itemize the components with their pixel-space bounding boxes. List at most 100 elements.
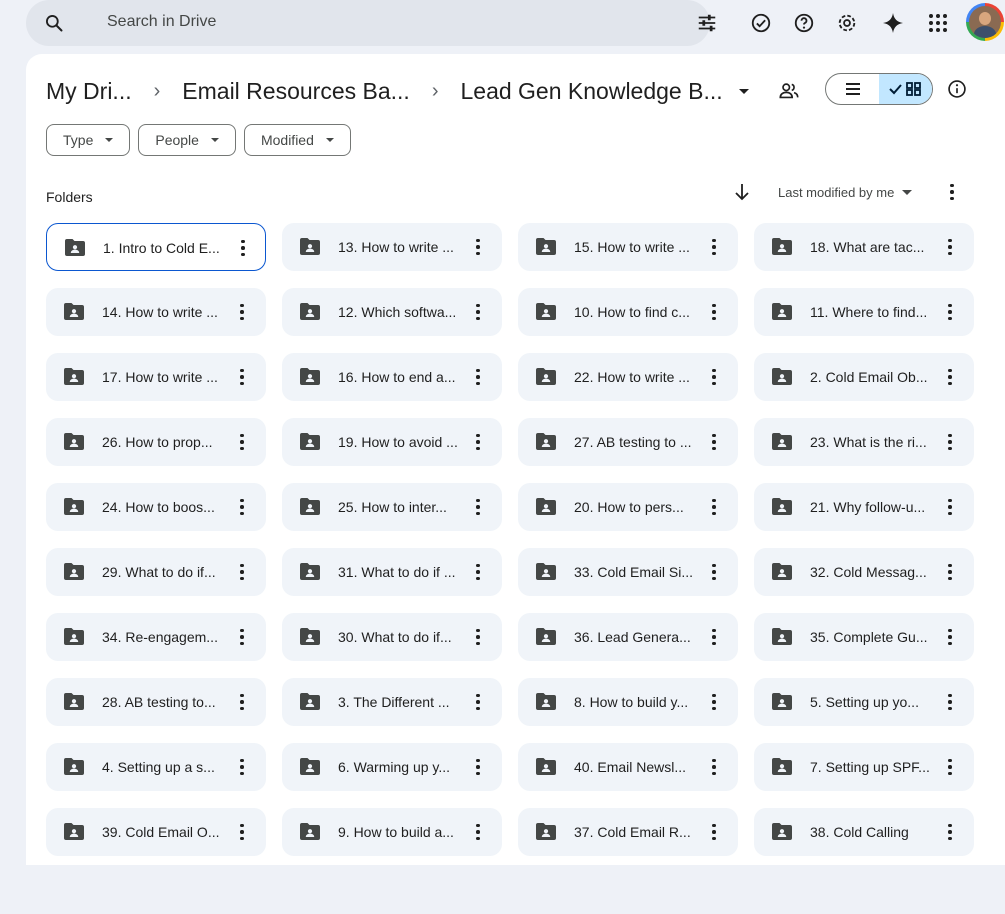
shared-people-icon[interactable] <box>778 80 800 102</box>
folder-card[interactable]: 20. How to pers... <box>518 483 738 531</box>
more-options-icon[interactable] <box>470 497 486 517</box>
folder-card[interactable]: 28. AB testing to... <box>46 678 266 726</box>
folder-card[interactable]: 36. Lead Genera... <box>518 613 738 661</box>
folder-card[interactable]: 25. How to inter... <box>282 483 502 531</box>
folder-card[interactable]: 40. Email Newsl... <box>518 743 738 791</box>
more-options-icon[interactable] <box>706 367 722 387</box>
more-options-icon[interactable] <box>234 432 250 452</box>
sort-direction-arrow-icon[interactable] <box>733 182 751 202</box>
more-options-icon[interactable] <box>470 562 486 582</box>
sort-selector[interactable]: Last modified by me <box>778 185 913 200</box>
folder-card[interactable]: 26. How to prop... <box>46 418 266 466</box>
folder-card[interactable]: 32. Cold Messag... <box>754 548 974 596</box>
more-options-icon[interactable] <box>706 822 722 842</box>
folder-card[interactable]: 22. How to write ... <box>518 353 738 401</box>
settings-icon[interactable] <box>835 11 859 35</box>
folder-card[interactable]: 17. How to write ... <box>46 353 266 401</box>
more-options-icon[interactable] <box>470 822 486 842</box>
more-options-icon[interactable] <box>234 302 250 322</box>
more-options-icon[interactable] <box>706 237 722 257</box>
folder-card[interactable]: 13. How to write ... <box>282 223 502 271</box>
more-options-icon[interactable] <box>706 692 722 712</box>
help-icon[interactable] <box>792 11 816 35</box>
folder-card[interactable]: 34. Re-engagem... <box>46 613 266 661</box>
more-options-icon[interactable] <box>706 302 722 322</box>
search-bar[interactable]: Search in Drive <box>26 0 716 46</box>
folder-card[interactable]: 1. Intro to Cold E... <box>46 223 266 271</box>
more-options-icon[interactable] <box>470 627 486 647</box>
more-options-icon[interactable] <box>235 238 251 258</box>
folder-card[interactable]: 37. Cold Email R... <box>518 808 738 856</box>
search-icon[interactable] <box>44 13 64 33</box>
more-options-icon[interactable] <box>942 757 958 777</box>
folder-card[interactable]: 19. How to avoid ... <box>282 418 502 466</box>
more-options-icon[interactable] <box>942 822 958 842</box>
more-options-icon[interactable] <box>942 302 958 322</box>
avatar[interactable] <box>966 3 1004 41</box>
folder-card[interactable]: 31. What to do if ... <box>282 548 502 596</box>
folder-card[interactable]: 7. Setting up SPF... <box>754 743 974 791</box>
more-options-icon[interactable] <box>470 692 486 712</box>
info-icon[interactable] <box>947 79 967 99</box>
folder-card[interactable]: 29. What to do if... <box>46 548 266 596</box>
folder-card[interactable]: 30. What to do if... <box>282 613 502 661</box>
folder-card[interactable]: 14. How to write ... <box>46 288 266 336</box>
filter-people-chip[interactable]: People <box>138 124 236 156</box>
folder-card[interactable]: 10. How to find c... <box>518 288 738 336</box>
folder-card[interactable]: 38. Cold Calling <box>754 808 974 856</box>
more-options-icon[interactable] <box>706 562 722 582</box>
more-options-icon[interactable] <box>944 182 960 202</box>
folder-card[interactable]: 21. Why follow-u... <box>754 483 974 531</box>
more-options-icon[interactable] <box>234 367 250 387</box>
folder-card[interactable]: 6. Warming up y... <box>282 743 502 791</box>
folder-card[interactable]: 3. The Different ... <box>282 678 502 726</box>
folder-card[interactable]: 11. Where to find... <box>754 288 974 336</box>
breadcrumb-item-email-resources[interactable]: Email Resources Ba... <box>182 78 410 105</box>
more-options-icon[interactable] <box>234 627 250 647</box>
breadcrumb-item-my-drive[interactable]: My Dri... <box>46 78 132 105</box>
more-options-icon[interactable] <box>942 367 958 387</box>
folder-card[interactable]: 9. How to build a... <box>282 808 502 856</box>
grid-view-button[interactable] <box>879 74 932 104</box>
more-options-icon[interactable] <box>234 757 250 777</box>
folder-card[interactable]: 15. How to write ... <box>518 223 738 271</box>
folder-card[interactable]: 8. How to build y... <box>518 678 738 726</box>
folder-menu-caret-icon[interactable] <box>738 88 749 94</box>
folder-card[interactable]: 27. AB testing to ... <box>518 418 738 466</box>
folder-card[interactable]: 12. Which softwa... <box>282 288 502 336</box>
filter-modified-chip[interactable]: Modified <box>243 124 351 156</box>
gemini-spark-icon[interactable] <box>881 11 905 35</box>
more-options-icon[interactable] <box>470 302 486 322</box>
breadcrumb-item-current-folder[interactable]: Lead Gen Knowledge B... <box>460 78 722 105</box>
more-options-icon[interactable] <box>942 627 958 647</box>
folder-card[interactable]: 4. Setting up a s... <box>46 743 266 791</box>
folder-card[interactable]: 35. Complete Gu... <box>754 613 974 661</box>
folder-card[interactable]: 33. Cold Email Si... <box>518 548 738 596</box>
more-options-icon[interactable] <box>234 497 250 517</box>
folder-card[interactable]: 2. Cold Email Ob... <box>754 353 974 401</box>
filter-type-chip[interactable]: Type <box>46 124 131 156</box>
more-options-icon[interactable] <box>942 432 958 452</box>
folder-card[interactable]: 16. How to end a... <box>282 353 502 401</box>
more-options-icon[interactable] <box>942 692 958 712</box>
tune-icon[interactable] <box>696 12 718 34</box>
more-options-icon[interactable] <box>470 367 486 387</box>
folder-card[interactable]: 24. How to boos... <box>46 483 266 531</box>
more-options-icon[interactable] <box>234 562 250 582</box>
folder-card[interactable]: 18. What are tac... <box>754 223 974 271</box>
more-options-icon[interactable] <box>470 432 486 452</box>
more-options-icon[interactable] <box>942 562 958 582</box>
more-options-icon[interactable] <box>706 757 722 777</box>
more-options-icon[interactable] <box>234 692 250 712</box>
more-options-icon[interactable] <box>706 497 722 517</box>
more-options-icon[interactable] <box>942 497 958 517</box>
more-options-icon[interactable] <box>706 432 722 452</box>
list-view-button[interactable] <box>826 74 879 104</box>
more-options-icon[interactable] <box>470 757 486 777</box>
folder-card[interactable]: 23. What is the ri... <box>754 418 974 466</box>
search-input[interactable]: Search in Drive <box>107 13 216 31</box>
more-options-icon[interactable] <box>942 237 958 257</box>
folder-card[interactable]: 39. Cold Email O... <box>46 808 266 856</box>
folder-card[interactable]: 5. Setting up yo... <box>754 678 974 726</box>
apps-grid-icon[interactable] <box>926 11 950 35</box>
